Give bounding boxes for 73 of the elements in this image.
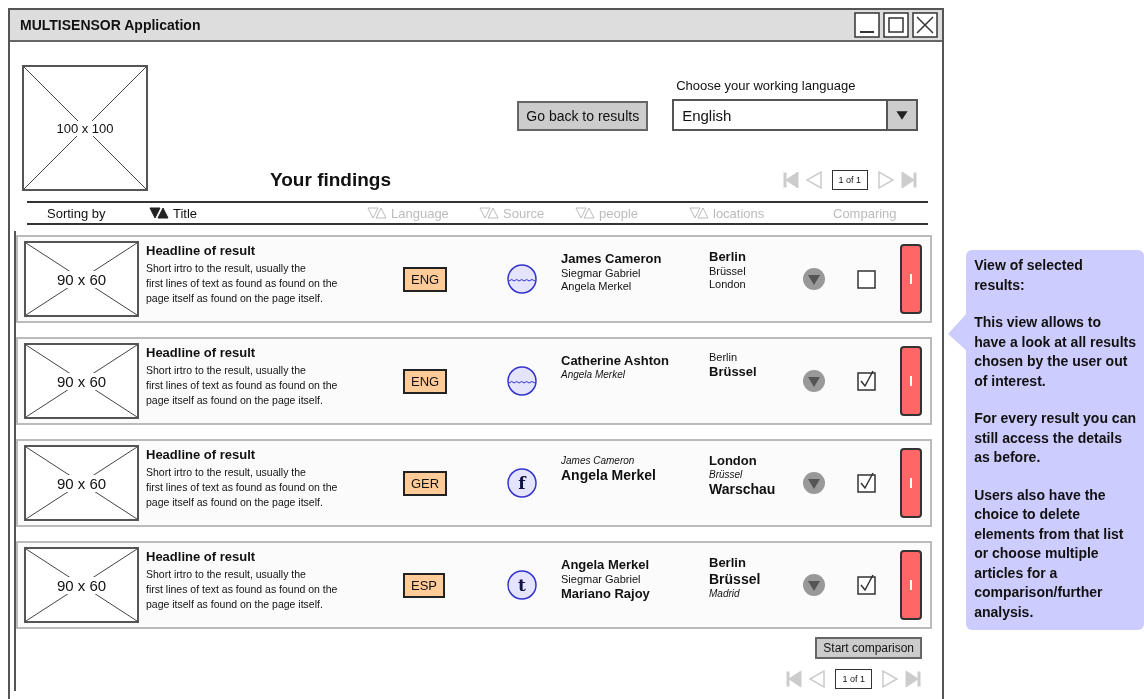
delete-button[interactable] [900, 550, 922, 620]
note-text: This view allows to have a look at all results chosen by the user out of interest. [974, 313, 1136, 391]
close-icon[interactable] [912, 12, 939, 38]
location-name: Berlin [709, 249, 747, 264]
compare-checkbox[interactable] [856, 574, 877, 596]
start-comparison-button[interactable]: Start comparison [815, 637, 922, 659]
image-size-label: 100 x 100 [55, 120, 115, 136]
location-name: Berlin [709, 555, 747, 570]
minimize-icon[interactable] [854, 12, 881, 38]
image-size-label: 90 x 60 [55, 474, 108, 492]
compare-checkbox[interactable] [856, 370, 877, 392]
person-name: Angela Merkel [561, 280, 633, 292]
delete-button[interactable] [900, 244, 922, 314]
sort-column[interactable]: Title [173, 205, 198, 221]
source-icon: f [506, 467, 538, 499]
language-label: Choose your working language [675, 78, 857, 93]
back-button[interactable]: Go back to results [517, 101, 649, 131]
location-name: Warschau [709, 481, 777, 497]
result-intro: Short irtro to the result, usually the first lines of text as found as found on the page itself as found on the page itself. [146, 363, 339, 408]
location-name: Madrid [709, 588, 741, 599]
result-headline[interactable]: Headline of result [146, 345, 401, 360]
person-name: Angela Merkel [561, 467, 657, 483]
note-text: Users also have the choice to delete elements from that list or choose multiple articles for a comparison/further analysis. [974, 485, 1125, 622]
language-tag: GER [403, 470, 448, 496]
location-name: Brüssel [709, 265, 747, 277]
note-text: For every result you can still access the details as before. [974, 409, 1136, 467]
result-headline[interactable]: Headline of result [146, 447, 401, 462]
bar-icon [909, 478, 913, 488]
result-headline[interactable]: Headline of result [146, 243, 401, 258]
person-name: Siegmar Gabriel [561, 573, 642, 585]
result-intro: Short irtro to the result, usually the first lines of text as found as found on the page itself as found on the page itself. [146, 567, 339, 612]
image-size-label: 90 x 60 [55, 270, 108, 288]
delete-button[interactable] [900, 448, 922, 518]
page-field[interactable]: 1 of 1 [831, 170, 869, 190]
person-name: Catherine Ashton [561, 353, 670, 368]
page-field[interactable]: 1 of 1 [835, 669, 872, 689]
result-intro: Short irtro to the result, usually the first lines of text as found as found on the page itself as found on the page itself. [146, 465, 339, 510]
bar-icon [909, 274, 913, 284]
compare-checkbox[interactable] [856, 268, 877, 290]
web-icon [506, 263, 538, 295]
bar-icon [909, 580, 913, 590]
note-text: View of selected results: [974, 256, 1084, 295]
bar-icon [909, 376, 913, 386]
location-name: London [709, 453, 758, 468]
person-name: Angela Merkel [561, 369, 626, 380]
location-name: Brüssel [709, 364, 758, 379]
web-icon [506, 365, 538, 397]
person-name: Angela Merkel [561, 557, 651, 572]
window-title: MULTISENSOR Application [20, 17, 202, 33]
language-dropdown[interactable]: English [672, 99, 919, 131]
image-size-label: 90 x 60 [55, 372, 108, 390]
location-name: Brüssel [709, 571, 762, 587]
maximize-icon[interactable] [883, 12, 910, 38]
result-intro: Short irtro to the result, usually the first lines of text as found as found on the page itself as found on the page itself. [146, 261, 339, 306]
compare-checkbox[interactable] [856, 472, 877, 494]
language-tag: ENG [403, 368, 448, 394]
person-name: Siegmar Gabriel [561, 267, 642, 279]
sort-label: Sorting by [46, 205, 107, 221]
location-name: Berlin [709, 351, 739, 363]
language-tag: ESP [403, 572, 445, 598]
person-name: James Cameron [561, 455, 636, 466]
result-headline[interactable]: Headline of result [146, 549, 401, 564]
language-tag: ENG [403, 266, 448, 292]
person-name: James Cameron [561, 251, 663, 266]
location-name: Brüssel [709, 469, 744, 480]
location-name: London [709, 278, 747, 290]
dropdown-icon[interactable] [886, 101, 917, 129]
delete-button[interactable] [900, 346, 922, 416]
findings-heading: Your findings [270, 169, 392, 191]
source-icon: t [506, 569, 538, 601]
person-name: Mariano Rajoy [561, 586, 651, 601]
sort-icon[interactable] [149, 207, 169, 219]
image-size-label: 90 x 60 [55, 576, 108, 594]
